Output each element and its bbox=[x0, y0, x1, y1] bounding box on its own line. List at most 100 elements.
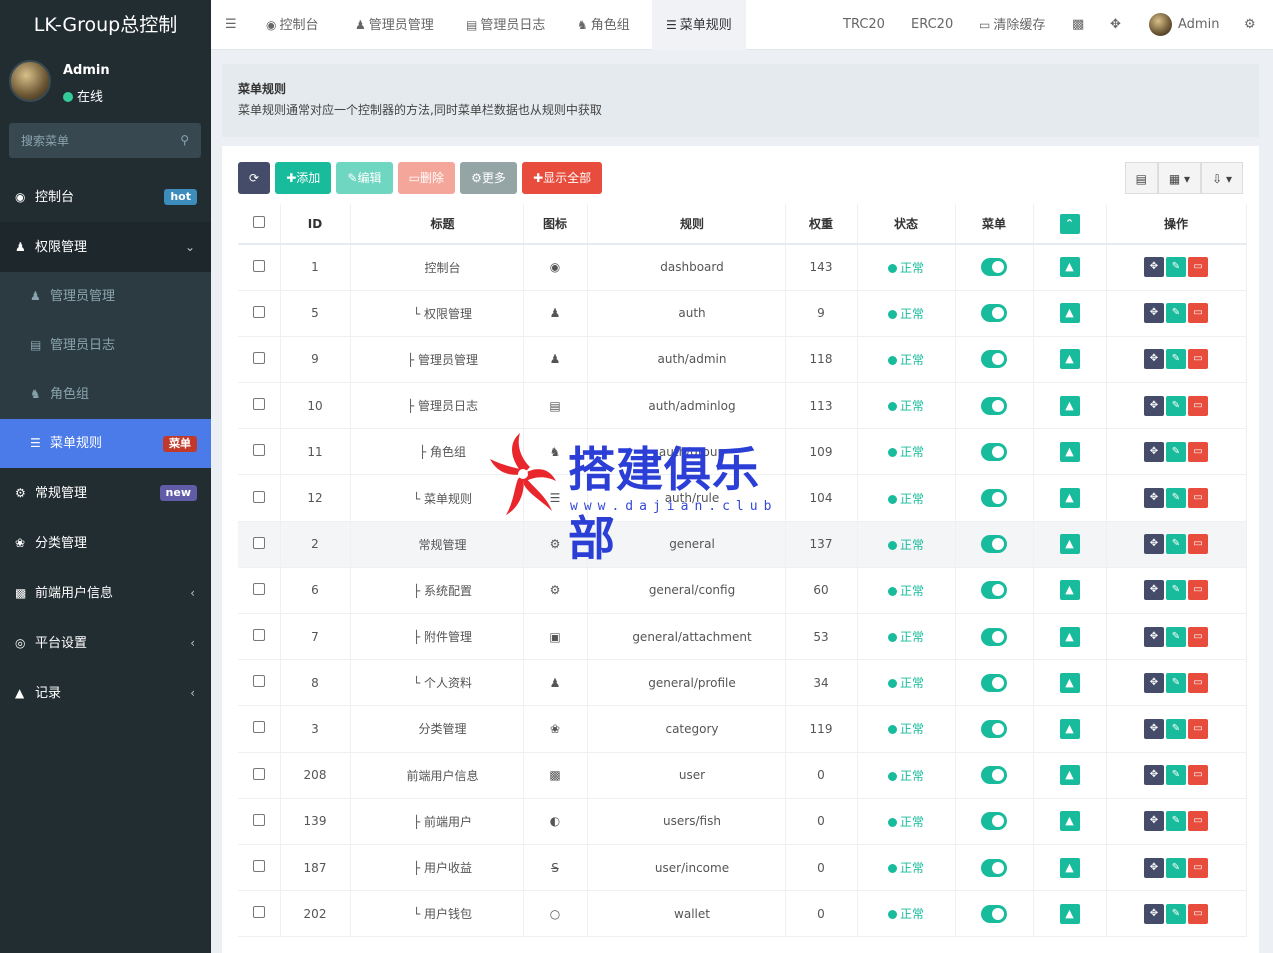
edit-button[interactable]: ✎编辑 bbox=[336, 162, 393, 194]
drag-move-icon[interactable]: ✥ bbox=[1144, 765, 1164, 786]
sidebar-toggle-icon[interactable]: ☰ bbox=[225, 0, 237, 50]
menu-toggle[interactable] bbox=[981, 350, 1007, 369]
brand-logo[interactable]: LK-Group总控制 bbox=[0, 0, 211, 50]
delete-icon[interactable]: ▭ bbox=[1188, 626, 1208, 647]
drag-move-icon[interactable]: ✥ bbox=[1144, 903, 1164, 924]
sidebar-item-auth[interactable]: ♟ 权限管理 ⌄ bbox=[0, 222, 211, 272]
edit-icon[interactable]: ✎ bbox=[1166, 903, 1186, 924]
row-checkbox[interactable] bbox=[252, 860, 265, 873]
edit-icon[interactable]: ✎ bbox=[1166, 626, 1186, 647]
delete-icon[interactable]: ▭ bbox=[1188, 672, 1208, 693]
drag-move-icon[interactable]: ✥ bbox=[1144, 626, 1164, 647]
drag-move-icon[interactable]: ✥ bbox=[1144, 488, 1164, 509]
table-row[interactable]: 139 ├ 前端用户 ◐ users/fish 0 正常 ▲ ✥ ✎ ▭ bbox=[238, 798, 1247, 845]
sitemap-icon[interactable]: ▲ bbox=[1059, 580, 1080, 601]
drag-move-icon[interactable]: ✥ bbox=[1144, 441, 1164, 462]
sitemap-icon[interactable]: ▲ bbox=[1059, 811, 1080, 832]
row-checkbox[interactable] bbox=[252, 721, 265, 734]
add-button[interactable]: ✚添加 bbox=[275, 162, 332, 194]
drag-move-icon[interactable]: ✥ bbox=[1144, 303, 1164, 324]
sidebar-item-category[interactable]: ❀ 分类管理 bbox=[0, 518, 211, 568]
delete-icon[interactable]: ▭ bbox=[1188, 857, 1208, 878]
table-row[interactable]: 3 分类管理 ❀ category 119 正常 ▲ ✥ ✎ ▭ bbox=[238, 705, 1247, 753]
delete-icon[interactable]: ▭ bbox=[1188, 765, 1208, 786]
edit-icon[interactable]: ✎ bbox=[1166, 488, 1186, 509]
sitemap-icon[interactable]: ▲ bbox=[1059, 672, 1080, 693]
table-row[interactable]: 8 └ 个人资料 ♟ general/profile 34 正常 ▲ ✥ ✎ ▭ bbox=[238, 659, 1247, 707]
col-weight[interactable]: 权重 bbox=[785, 204, 858, 245]
sitemap-icon[interactable]: ▲ bbox=[1059, 257, 1080, 278]
row-checkbox[interactable] bbox=[252, 490, 265, 503]
table-row[interactable]: 202 └ 用户钱包 ○ wallet 0 正常 ▲ ✥ ✎ ▭ bbox=[238, 890, 1247, 938]
edit-icon[interactable]: ✎ bbox=[1166, 672, 1186, 693]
menu-toggle[interactable] bbox=[981, 858, 1007, 877]
menu-toggle[interactable] bbox=[981, 627, 1007, 646]
table-row[interactable]: 2 常规管理 ⚙ general 137 正常 ▲ ✥ ✎ ▭ bbox=[238, 521, 1247, 568]
sidebar-item-group[interactable]: ♞ 角色组 bbox=[0, 370, 211, 419]
sitemap-icon[interactable]: ▲ bbox=[1059, 441, 1080, 462]
delete-icon[interactable]: ▭ bbox=[1188, 534, 1208, 555]
select-all-checkbox[interactable] bbox=[252, 216, 265, 228]
sitemap-icon[interactable]: ▲ bbox=[1059, 626, 1080, 647]
sidebar-item-records[interactable]: ▲ 记录 ‹ bbox=[0, 668, 211, 718]
sidebar-item-platform[interactable]: ◎ 平台设置 ‹ bbox=[0, 618, 211, 668]
row-checkbox[interactable] bbox=[252, 444, 265, 457]
edit-icon[interactable]: ✎ bbox=[1166, 534, 1186, 555]
tab-group[interactable]: ♞ 角色组 bbox=[577, 0, 630, 50]
sitemap-icon[interactable]: ▲ bbox=[1059, 488, 1080, 509]
row-checkbox[interactable] bbox=[252, 906, 265, 919]
table-row[interactable]: 7 ├ 附件管理 ▣ general/attachment 53 正常 ▲ ✥ ✎ ▭ bbox=[238, 613, 1247, 661]
menu-toggle[interactable] bbox=[981, 258, 1007, 277]
collapse-all-icon[interactable]: ⌃ bbox=[1059, 213, 1080, 234]
sitemap-icon[interactable]: ▲ bbox=[1059, 395, 1080, 416]
sitemap-icon[interactable]: ▲ bbox=[1059, 303, 1080, 324]
sitemap-icon[interactable]: ▲ bbox=[1059, 903, 1080, 924]
table-row[interactable]: 5 └ 权限管理 ♟ auth 9 正常 ▲ ✥ ✎ ▭ bbox=[238, 290, 1247, 337]
table-row[interactable]: 12 └ 菜单规则 ☰ auth/rule 104 正常 ▲ ✥ ✎ ▭ bbox=[238, 474, 1247, 522]
edit-icon[interactable]: ✎ bbox=[1166, 349, 1186, 370]
edit-icon[interactable]: ✎ bbox=[1166, 857, 1186, 878]
drag-move-icon[interactable]: ✥ bbox=[1144, 672, 1164, 693]
sidebar-search-input[interactable] bbox=[9, 123, 169, 158]
table-row[interactable]: 187 ├ 用户收益 S̶ user/income 0 正常 ▲ ✥ ✎ ▭ bbox=[238, 844, 1247, 892]
drag-move-icon[interactable]: ✥ bbox=[1144, 257, 1164, 278]
menu-toggle[interactable] bbox=[981, 812, 1007, 831]
table-row[interactable]: 208 前端用户信息 ▩ user 0 正常 ▲ ✥ ✎ ▭ bbox=[238, 752, 1247, 799]
sidebar-item-adminlog[interactable]: ▤ 管理员日志 bbox=[0, 321, 211, 370]
delete-icon[interactable]: ▭ bbox=[1188, 903, 1208, 924]
sitemap-icon[interactable]: ▲ bbox=[1059, 534, 1080, 555]
col-id[interactable]: ID bbox=[280, 204, 351, 245]
export-icon[interactable]: ⇩ ▾ bbox=[1201, 162, 1243, 194]
sitemap-icon[interactable]: ▲ bbox=[1059, 718, 1080, 739]
row-checkbox[interactable] bbox=[252, 582, 265, 595]
more-button[interactable]: ⚙更多 bbox=[460, 162, 517, 194]
edit-icon[interactable]: ✎ bbox=[1166, 257, 1186, 278]
drag-move-icon[interactable]: ✥ bbox=[1144, 718, 1164, 739]
drag-move-icon[interactable]: ✥ bbox=[1144, 811, 1164, 832]
sitemap-icon[interactable]: ▲ bbox=[1059, 857, 1080, 878]
row-checkbox[interactable] bbox=[252, 259, 265, 272]
edit-icon[interactable]: ✎ bbox=[1166, 580, 1186, 601]
refresh-button[interactable]: ⟳ bbox=[238, 162, 271, 194]
trc20-link[interactable]: TRC20 bbox=[843, 0, 885, 50]
tab-admin[interactable]: ♟ 管理员管理 bbox=[355, 0, 434, 50]
columns-icon[interactable]: ▦ ▾ bbox=[1157, 162, 1202, 194]
drag-move-icon[interactable]: ✥ bbox=[1144, 534, 1164, 555]
delete-icon[interactable]: ▭ bbox=[1188, 395, 1208, 416]
row-checkbox[interactable] bbox=[252, 305, 265, 318]
language-icon[interactable]: ▩ bbox=[1072, 0, 1084, 50]
user-menu[interactable]: Admin bbox=[1149, 0, 1219, 50]
sitemap-icon[interactable]: ▲ bbox=[1059, 765, 1080, 786]
menu-toggle[interactable] bbox=[981, 535, 1007, 554]
edit-icon[interactable]: ✎ bbox=[1166, 395, 1186, 416]
erc20-link[interactable]: ERC20 bbox=[911, 0, 953, 50]
fullscreen-icon[interactable]: ✥ bbox=[1110, 0, 1121, 50]
show-all-button[interactable]: ✚显示全部 bbox=[522, 162, 603, 194]
delete-button[interactable]: ▭删除 bbox=[397, 162, 455, 194]
edit-icon[interactable]: ✎ bbox=[1166, 811, 1186, 832]
edit-icon[interactable]: ✎ bbox=[1166, 765, 1186, 786]
table-row[interactable]: 11 ├ 角色组 ♞ auth/group 109 正常 ▲ ✥ ✎ ▭ bbox=[238, 428, 1247, 476]
menu-toggle[interactable] bbox=[981, 489, 1007, 508]
menu-toggle[interactable] bbox=[981, 396, 1007, 415]
table-row[interactable]: 1 控制台 ◉ dashboard 143 正常 ▲ ✥ ✎ ▭ bbox=[238, 244, 1247, 291]
